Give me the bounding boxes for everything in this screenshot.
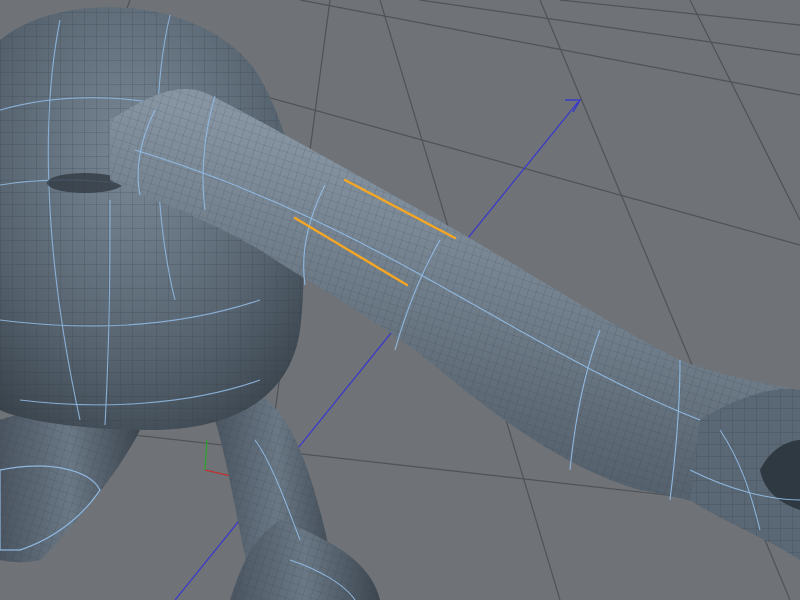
3d-viewport[interactable]: [0, 0, 800, 600]
viewport-canvas[interactable]: [0, 0, 800, 600]
